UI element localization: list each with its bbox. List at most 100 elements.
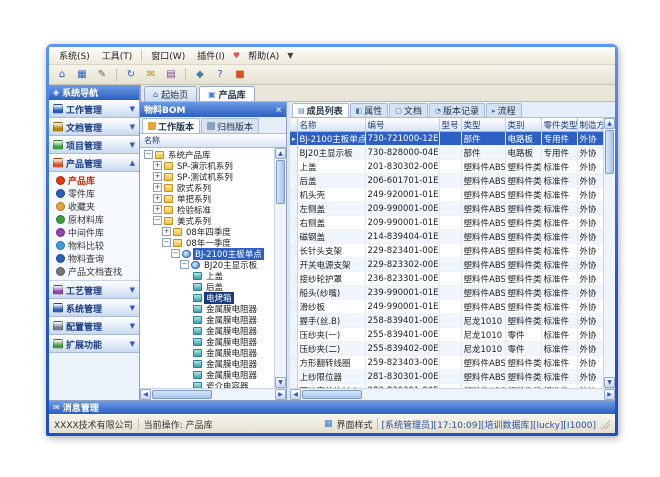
tree-node[interactable]: −08年一季度 xyxy=(140,237,274,248)
scrollbar-thumb[interactable] xyxy=(302,390,362,399)
sidebar-group-config[interactable]: 配置管理▼ xyxy=(49,317,139,335)
tree-expander-icon[interactable]: − xyxy=(180,260,189,269)
table-row[interactable]: 上盖201-830302-00E塑料件ABS塑料件类标准件外协条 xyxy=(290,160,603,174)
row-selector[interactable] xyxy=(290,314,297,328)
sidebar-group-system[interactable]: 系统管理▼ xyxy=(49,299,139,317)
tree-expander-icon[interactable]: − xyxy=(153,216,162,225)
column-header[interactable]: 制造方式 xyxy=(577,118,603,132)
tree-node[interactable]: 上盖 xyxy=(140,270,274,281)
tree-expander-icon[interactable]: − xyxy=(171,249,180,258)
row-selector[interactable]: ▸ xyxy=(290,132,297,146)
scrollbar-thumb[interactable] xyxy=(152,390,212,399)
row-selector[interactable] xyxy=(290,258,297,272)
tree-expander-icon[interactable]: − xyxy=(162,238,171,247)
sidebar-group-document[interactable]: 文档管理▼ xyxy=(49,118,139,136)
tab-product-library[interactable]: ▣产品库 xyxy=(199,86,255,101)
table-row[interactable]: 船头(纱嘴)239-990001-01E塑料件ABS塑料件类标准件外协条 xyxy=(290,286,603,300)
tree-node[interactable]: +欧式系列 xyxy=(140,182,274,193)
ui-style-dropdown[interactable]: 界面样式 xyxy=(337,418,373,431)
tree-horizontal-scrollbar[interactable]: ◀ ▶ xyxy=(140,388,286,400)
tree-expander-icon[interactable]: − xyxy=(144,150,153,159)
table-row[interactable]: 接纱轮护罩236-823301-00E塑料件ABS塑料件类标准件外协条 xyxy=(290,272,603,286)
tab-start-page[interactable]: ⌂起始页 xyxy=(144,86,197,101)
tree-node[interactable]: 后盖 xyxy=(140,281,274,292)
help-icon[interactable]: ? xyxy=(211,66,229,83)
menu-item[interactable]: 窗口(W) xyxy=(145,48,191,63)
menu-item[interactable]: 工具(T) xyxy=(96,48,139,63)
mail-icon[interactable]: ✉ xyxy=(142,66,160,83)
sidebar-group-process[interactable]: 工艺管理▼ xyxy=(49,281,139,299)
tree-node[interactable]: +SP-演示机系列 xyxy=(140,160,274,171)
scrollbar-thumb[interactable] xyxy=(605,130,614,174)
tree-node[interactable]: 瓷介电容器 xyxy=(140,380,274,388)
scroll-right-icon[interactable]: ▶ xyxy=(275,389,286,400)
row-selector[interactable] xyxy=(290,370,297,384)
row-selector[interactable] xyxy=(290,160,297,174)
tree-column-header[interactable]: 名称 xyxy=(140,134,286,148)
sidebar-group-extension[interactable]: 扩展功能▼ xyxy=(49,335,139,353)
tree-expander-icon[interactable]: + xyxy=(162,227,171,236)
menu-item[interactable]: 插件(I) xyxy=(191,48,231,63)
row-selector[interactable] xyxy=(290,216,297,230)
tree-node[interactable]: 金属膜电阻器 xyxy=(140,314,274,325)
scrollbar-thumb[interactable] xyxy=(276,160,285,204)
tree-expander-icon[interactable]: + xyxy=(153,194,162,203)
scroll-up-icon[interactable]: ▲ xyxy=(275,148,286,159)
column-header[interactable]: 编号 xyxy=(365,118,439,132)
tree-expander-icon[interactable]: + xyxy=(153,161,162,170)
edit-icon[interactable]: ✎ xyxy=(93,66,111,83)
table-row[interactable]: 开关电源支架229-823302-00E塑料件ABS塑料件类标准件外协条 xyxy=(290,258,603,272)
column-header[interactable]: 类型 xyxy=(461,118,505,132)
sidebar-item-material-query[interactable]: 物料查询 xyxy=(49,252,139,265)
tree-node[interactable]: 电烤箱 xyxy=(140,292,274,303)
lock-icon[interactable]: ◆ xyxy=(191,66,209,83)
sidebar-item-favorites[interactable]: 收藏夹 xyxy=(49,200,139,213)
sidebar-item-middleware-library[interactable]: 中间件库 xyxy=(49,226,139,239)
scroll-down-icon[interactable]: ▼ xyxy=(275,377,286,388)
table-row[interactable]: 压纱夹(二)255-839402-00E尼龙1010零件标准件外协条 xyxy=(290,342,603,356)
tree-node[interactable]: +SP-测试机系列 xyxy=(140,171,274,182)
refresh-icon[interactable]: ↻ xyxy=(122,66,140,83)
tree-node[interactable]: +08年四季度 xyxy=(140,226,274,237)
row-selector[interactable] xyxy=(290,188,297,202)
sidebar-group-work[interactable]: 工作管理▼ xyxy=(49,100,139,118)
tab-member-list[interactable]: ▤成员列表 xyxy=(292,103,349,117)
tree-node[interactable]: +单把系列 xyxy=(140,193,274,204)
table-row[interactable]: 上纱限位器281-830301-00E塑料件ABS塑料件类标准件外协条 xyxy=(290,370,603,384)
tree-node[interactable]: 金属膜电阻器 xyxy=(140,303,274,314)
row-selector[interactable] xyxy=(290,174,297,188)
table-vertical-scrollbar[interactable]: ▲ ▼ xyxy=(603,118,615,388)
home-icon[interactable]: ⌂ xyxy=(53,66,71,83)
tab-archived-version[interactable]: 归档版本 xyxy=(201,118,259,133)
tab-working-version[interactable]: 工作版本 xyxy=(142,118,200,133)
row-selector[interactable] xyxy=(290,356,297,370)
tree-node[interactable]: +检验标准 xyxy=(140,204,274,215)
row-selector[interactable] xyxy=(290,202,297,216)
view-grid-icon[interactable]: ▦ xyxy=(73,66,91,83)
table-row[interactable]: 后盖206-601701-01E塑料件ABS塑料件类标准件外协条 xyxy=(290,174,603,188)
table-row[interactable]: 压纱夹(一)255-839401-00E尼龙1010零件标准件外协条 xyxy=(290,328,603,342)
sidebar-item-parts-library[interactable]: 零件库 xyxy=(49,187,139,200)
tree-node[interactable]: 金属膜电阻器 xyxy=(140,336,274,347)
sidebar-group-product[interactable]: 产品管理▲ xyxy=(49,154,139,172)
tab-workflow[interactable]: ▸流程 xyxy=(486,103,522,117)
tree-expander-icon[interactable]: + xyxy=(153,183,162,192)
sidebar-item-product-library[interactable]: 产品库 xyxy=(49,174,139,187)
tree-node[interactable]: 金属膜电阻器 xyxy=(140,347,274,358)
menu-item[interactable]: 系统(S) xyxy=(53,48,96,63)
row-selector[interactable] xyxy=(290,244,297,258)
sidebar-item-raw-materials[interactable]: 原材料库 xyxy=(49,213,139,226)
message-panel-bar[interactable]: ✉ 消息管理 xyxy=(49,400,615,414)
row-selector[interactable] xyxy=(290,342,297,356)
row-selector[interactable] xyxy=(290,300,297,314)
sidebar-item-product-doc-search[interactable]: 产品文档查找 xyxy=(49,265,139,278)
tree-expander-icon[interactable]: + xyxy=(153,205,162,214)
table-row[interactable]: BJ20主显示板730-828000-04E部件电路板专用件外协颗 xyxy=(290,146,603,160)
tree-expander-icon[interactable]: + xyxy=(153,172,162,181)
scroll-left-icon[interactable]: ◀ xyxy=(290,389,301,400)
table-row[interactable]: 握手(丝.B)258-839401-00E尼龙1010塑料件类标准件外协条 xyxy=(290,314,603,328)
column-header[interactable]: 名称 xyxy=(297,118,365,132)
tree-node[interactable]: −BJ-2100主板单点 xyxy=(140,248,274,259)
table-row[interactable]: 方形翻转线圈259-823403-00E塑料件ABS塑料件类标准件外协条 xyxy=(290,356,603,370)
column-header[interactable]: 零件类型 xyxy=(541,118,577,132)
